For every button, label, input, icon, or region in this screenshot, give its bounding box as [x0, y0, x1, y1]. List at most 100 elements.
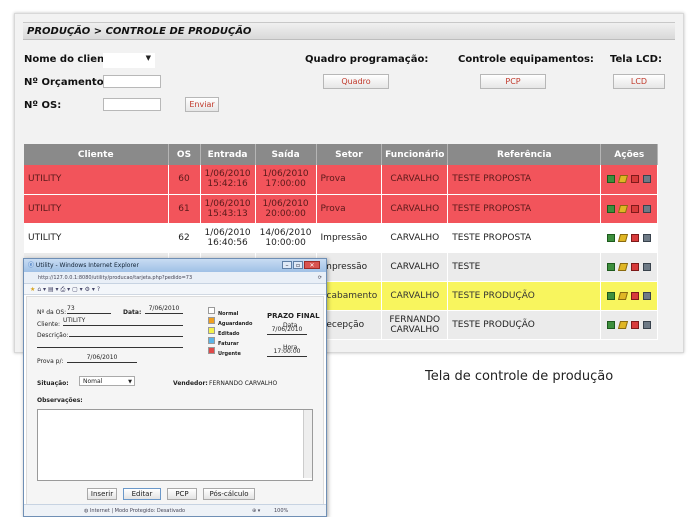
pos-calculo-button[interactable]: Pós-cálculo [203, 488, 255, 500]
edit-icon[interactable] [618, 233, 629, 242]
cell-funcionario: CARVALHO [381, 194, 449, 224]
help-icon[interactable]: ? [97, 286, 100, 293]
tarjeta-form: Nº da OS: 73 Data: 7/06/2010 Cliente: UT… [26, 296, 324, 506]
header-acoes: Ações [600, 144, 659, 165]
favorites-star-icon[interactable]: ★ [30, 286, 35, 293]
cell-funcionario-line: CARVALHO [390, 203, 440, 214]
delete-icon[interactable] [631, 320, 640, 329]
legend-swatch [208, 347, 215, 354]
delete-icon[interactable] [631, 262, 640, 271]
view-icon[interactable] [607, 175, 616, 184]
cell-acoes [600, 310, 659, 340]
observacoes-textarea[interactable] [37, 409, 313, 481]
minimize-button[interactable]: – [282, 261, 292, 269]
print-icon[interactable] [643, 291, 652, 300]
address-bar[interactable]: http://127.0.0.1:8080/utility/producao/t… [24, 272, 326, 284]
feeds-icon[interactable]: ▤ [48, 286, 54, 293]
lcd-label: Tela LCD: [610, 54, 662, 65]
page-icon[interactable]: ▢ [72, 286, 78, 293]
cliente-select[interactable]: ▼ [103, 53, 155, 68]
ie-statusbar: ◍ Internet | Modo Protegido: Desativado … [24, 504, 326, 516]
edit-icon[interactable] [618, 291, 629, 300]
cell-saida-line: 20:00:00 [265, 208, 306, 219]
enviar-button[interactable]: Enviar [185, 97, 219, 112]
print-icon[interactable] [643, 320, 652, 329]
legend-item: Urgente [208, 345, 268, 357]
refresh-icon[interactable]: ⟳ [318, 272, 322, 284]
header-os[interactable]: OS [168, 144, 201, 165]
view-icon[interactable] [607, 262, 616, 271]
delete-icon[interactable] [631, 204, 640, 213]
table-row[interactable]: UTILITY 60 1/06/2010 15:42:16 1/06/2010 17:00… [24, 165, 659, 195]
delete-icon[interactable] [631, 175, 640, 184]
legend-swatch [208, 337, 215, 344]
print-icon[interactable] [643, 204, 652, 213]
orcamento-input[interactable] [103, 75, 161, 88]
os-input[interactable] [103, 98, 161, 111]
header-referencia[interactable]: Referência [447, 144, 602, 165]
cell-funcionario-line: CARVALHO [390, 232, 440, 243]
cell-referencia: TESTE PROPOSTA [447, 194, 602, 224]
legend-swatch [208, 307, 215, 314]
quadro-button[interactable]: Quadro [323, 74, 389, 89]
popup-cliente-value: UTILITY [63, 317, 183, 326]
zoom-level[interactable]: 100% [274, 505, 288, 516]
cell-funcionario-line: CARVALHO [390, 174, 440, 185]
lcd-button[interactable]: LCD [613, 74, 665, 89]
cell-acoes [600, 194, 659, 224]
legend-item: Aguardando [208, 315, 268, 327]
print-icon[interactable] [643, 262, 652, 271]
ie-logo-icon: ⓔ [28, 262, 36, 269]
view-icon[interactable] [607, 233, 616, 242]
header-setor[interactable]: Setor [316, 144, 383, 165]
situacao-select[interactable]: Nomal ▼ [79, 376, 135, 386]
view-icon[interactable] [607, 204, 616, 213]
edit-icon[interactable] [618, 262, 629, 271]
cell-funcionario: CARVALHO [381, 252, 449, 282]
header-entrada[interactable]: Entrada [200, 144, 256, 165]
header-funcionario[interactable]: Funcionário [381, 144, 449, 165]
edit-icon[interactable] [618, 320, 629, 329]
cell-saida-line: 17:00:00 [265, 179, 306, 190]
edit-icon[interactable] [618, 175, 629, 184]
cell-funcionario: CARVALHO [381, 223, 449, 253]
popup-descricao-value [69, 328, 183, 337]
close-button[interactable]: ✕ [304, 261, 320, 269]
header-saida[interactable]: Saída [255, 144, 317, 165]
editar-button[interactable]: Editar [123, 488, 161, 500]
cell-funcionario-line: CARVALHO [390, 261, 440, 272]
cell-setor: Impressão [316, 223, 383, 253]
header-cliente[interactable]: Cliente [24, 144, 169, 165]
popup-pcp-button[interactable]: PCP [167, 488, 197, 500]
popup-title: Utility - Windows Internet Explorer [35, 262, 139, 269]
maximize-button[interactable]: ▫ [293, 261, 303, 269]
print-icon[interactable] [643, 175, 652, 184]
view-icon[interactable] [607, 291, 616, 300]
popup-descricao-label: Descrição: [37, 332, 69, 339]
textarea-scrollbar[interactable] [303, 410, 312, 478]
edit-icon[interactable] [618, 204, 629, 213]
cell-entrada-line: 15:42:16 [207, 179, 248, 190]
delete-icon[interactable] [631, 291, 640, 300]
table-row[interactable]: UTILITY 61 1/06/2010 15:43:13 1/06/2010 20:00… [24, 194, 659, 224]
view-icon[interactable] [607, 320, 616, 329]
observacoes-label: Observações: [37, 397, 83, 404]
popup-data-value: 7/06/2010 [145, 305, 183, 314]
figure-caption: Tela de controle de produção [425, 369, 614, 384]
home-icon[interactable]: ⌂ [37, 286, 41, 293]
print-icon[interactable]: ⎙ [60, 286, 65, 293]
print-icon[interactable] [643, 233, 652, 242]
delete-icon[interactable] [631, 233, 640, 242]
tools-icon[interactable]: ⚙ [85, 286, 90, 293]
legend-item: Editado [208, 325, 268, 337]
table-row[interactable]: UTILITY 62 1/06/2010 16:40:56 14/06/2010 10:0… [24, 223, 659, 253]
pcp-button[interactable]: PCP [480, 74, 546, 89]
ie-popup-window: ⓔ Utility - Windows Internet Explorer – … [23, 258, 327, 517]
zoom-icon[interactable]: ⊕ ▾ [252, 505, 260, 516]
situacao-value: Nomal [83, 378, 103, 385]
prazo-final-title: PRAZO FINAL [267, 312, 320, 320]
legend-swatch [208, 317, 215, 324]
cell-entrada-line: 1/06/2010 [204, 198, 251, 209]
cell-saida: 1/06/2010 20:00:00 [255, 194, 317, 224]
inserir-button[interactable]: Inserir [87, 488, 117, 500]
